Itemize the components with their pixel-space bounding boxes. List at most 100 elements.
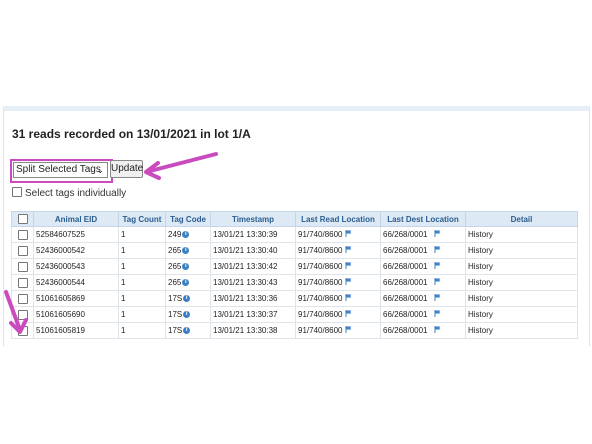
flag-icon[interactable] — [434, 294, 441, 303]
chevron-down-icon: ⌄ — [96, 165, 104, 175]
last-dest-location-cell: 66/268/0001 — [380, 290, 466, 307]
tag-count: 1 — [118, 242, 166, 259]
flag-icon[interactable] — [345, 326, 352, 335]
table-row[interactable]: 51061605869 1 17S i 13/01/21 13:30:36 91/740/… — [11, 290, 578, 307]
select-highlight: Split Selected Tags ⌄ — [10, 159, 113, 183]
flag-icon[interactable] — [434, 326, 441, 335]
row-checkbox[interactable] — [17, 261, 28, 272]
column-header[interactable]: Timestamp — [210, 211, 296, 227]
tag-code: 265 — [168, 262, 182, 271]
last-read-location-cell: 91/740/8600 — [295, 242, 381, 259]
info-icon[interactable]: i — [183, 327, 191, 335]
info-icon[interactable]: i — [182, 231, 190, 239]
animal-eid: 51061605819 — [33, 322, 119, 339]
flag-icon[interactable] — [434, 310, 441, 319]
last-dest-location: 66/268/0001 — [383, 245, 428, 255]
last-read-location-cell: 91/740/8600 — [295, 226, 381, 243]
timestamp: 13/01/21 13:30:43 — [210, 274, 296, 291]
detail-link[interactable]: History — [465, 274, 578, 291]
action-select[interactable]: Split Selected Tags ⌄ — [13, 162, 108, 178]
animal-eid: 52436000543 — [33, 258, 119, 275]
update-button[interactable]: Update — [110, 160, 143, 178]
select-individually-checkbox[interactable] — [12, 187, 22, 198]
row-checkbox[interactable] — [17, 245, 28, 256]
flag-icon[interactable] — [345, 262, 352, 271]
table-row[interactable]: 52584607525 1 249 i 13/01/21 13:30:39 91/740/… — [11, 226, 578, 243]
flag-icon[interactable] — [345, 310, 352, 319]
page-title: 31 reads recorded on 13/01/2021 in lot 1… — [12, 127, 251, 141]
flag-icon[interactable] — [434, 246, 441, 255]
row-select-cell — [11, 242, 34, 259]
detail-link[interactable]: History — [465, 322, 578, 339]
last-read-location-cell: 91/740/8600 — [295, 322, 381, 339]
detail-link[interactable]: History — [465, 290, 578, 307]
last-read-location: 91/740/8600 — [298, 261, 343, 271]
last-read-location: 91/740/8600 — [298, 309, 343, 319]
column-header[interactable]: Tag Count — [118, 211, 166, 227]
tag-count: 1 — [118, 258, 166, 275]
detail-link[interactable]: History — [465, 258, 578, 275]
table-row[interactable]: 52436000542 1 265 i 13/01/21 13:30:40 91/740/… — [11, 242, 578, 259]
flag-icon[interactable] — [345, 230, 352, 239]
tag-count: 1 — [118, 290, 166, 307]
column-header[interactable]: Animal EID — [33, 211, 119, 227]
tag-code-cell: 17S i — [165, 322, 211, 339]
table-row[interactable]: 52436000543 1 265 i 13/01/21 13:30:42 91/740/… — [11, 258, 578, 275]
tag-code: 265 — [168, 278, 182, 287]
table-row[interactable]: 51061605819 1 17S i 13/01/21 13:30:38 91/740/… — [11, 322, 578, 339]
animal-eid: 52584607525 — [33, 226, 119, 243]
detail-link[interactable]: History — [465, 242, 578, 259]
flag-icon[interactable] — [434, 278, 441, 287]
select-all-checkbox[interactable] — [17, 214, 28, 224]
last-read-location: 91/740/8600 — [298, 293, 343, 303]
flag-icon[interactable] — [345, 278, 352, 287]
last-read-location-cell: 91/740/8600 — [295, 258, 381, 275]
info-icon[interactable]: i — [183, 295, 191, 303]
column-header[interactable]: Tag Code — [165, 211, 211, 227]
row-checkbox[interactable] — [17, 229, 28, 240]
last-dest-location: 66/268/0001 — [383, 261, 428, 271]
tag-code-cell: 265 i — [165, 258, 211, 275]
info-icon[interactable]: i — [182, 279, 190, 287]
animal-eid: 51061605869 — [33, 290, 119, 307]
last-dest-location-cell: 66/268/0001 — [380, 258, 466, 275]
last-read-location-cell: 91/740/8600 — [295, 274, 381, 291]
animal-eid: 51061605690 — [33, 306, 119, 323]
last-dest-location-cell: 66/268/0001 — [380, 226, 466, 243]
table-row[interactable]: 52436000544 1 265 i 13/01/21 13:30:43 91/740/… — [11, 274, 578, 291]
tag-code-cell: 265 i — [165, 242, 211, 259]
flag-icon[interactable] — [345, 294, 352, 303]
last-dest-location: 66/268/0001 — [383, 325, 428, 335]
detail-link[interactable]: History — [465, 306, 578, 323]
row-checkbox[interactable] — [17, 277, 28, 288]
table-row[interactable]: 51061605690 1 17S i 13/01/21 13:30:37 91/740/… — [11, 306, 578, 323]
timestamp: 13/01/21 13:30:37 — [210, 306, 296, 323]
column-header[interactable]: Last Read Location — [295, 211, 381, 227]
info-icon[interactable]: i — [183, 311, 191, 319]
info-icon[interactable]: i — [182, 247, 190, 255]
table-header-row: Animal EID Tag Count Tag Code Timestamp … — [11, 211, 578, 227]
flag-icon[interactable] — [434, 230, 441, 239]
flag-icon[interactable] — [345, 246, 352, 255]
tag-reads-table: Animal EID Tag Count Tag Code Timestamp … — [11, 211, 578, 339]
tag-code: 17S — [168, 326, 183, 335]
tag-code-cell: 265 i — [165, 274, 211, 291]
timestamp: 13/01/21 13:30:38 — [210, 322, 296, 339]
select-individually-option[interactable]: Select tags individually — [12, 187, 126, 199]
last-dest-location: 66/268/0001 — [383, 293, 428, 303]
row-select-cell — [11, 258, 34, 275]
tag-count: 1 — [118, 306, 166, 323]
flag-icon[interactable] — [434, 262, 441, 271]
detail-link[interactable]: History — [465, 226, 578, 243]
column-header[interactable]: Detail — [465, 211, 578, 227]
column-header[interactable]: Last Dest Location — [380, 211, 466, 227]
tag-count: 1 — [118, 226, 166, 243]
timestamp: 13/01/21 13:30:39 — [210, 226, 296, 243]
tag-code: 265 — [168, 246, 182, 255]
tag-count: 1 — [118, 322, 166, 339]
info-icon[interactable]: i — [182, 263, 190, 271]
last-dest-location: 66/268/0001 — [383, 277, 428, 287]
last-dest-location: 66/268/0001 — [383, 309, 428, 319]
last-dest-location-cell: 66/268/0001 — [380, 306, 466, 323]
annotation-arrow-row — [4, 290, 28, 334]
